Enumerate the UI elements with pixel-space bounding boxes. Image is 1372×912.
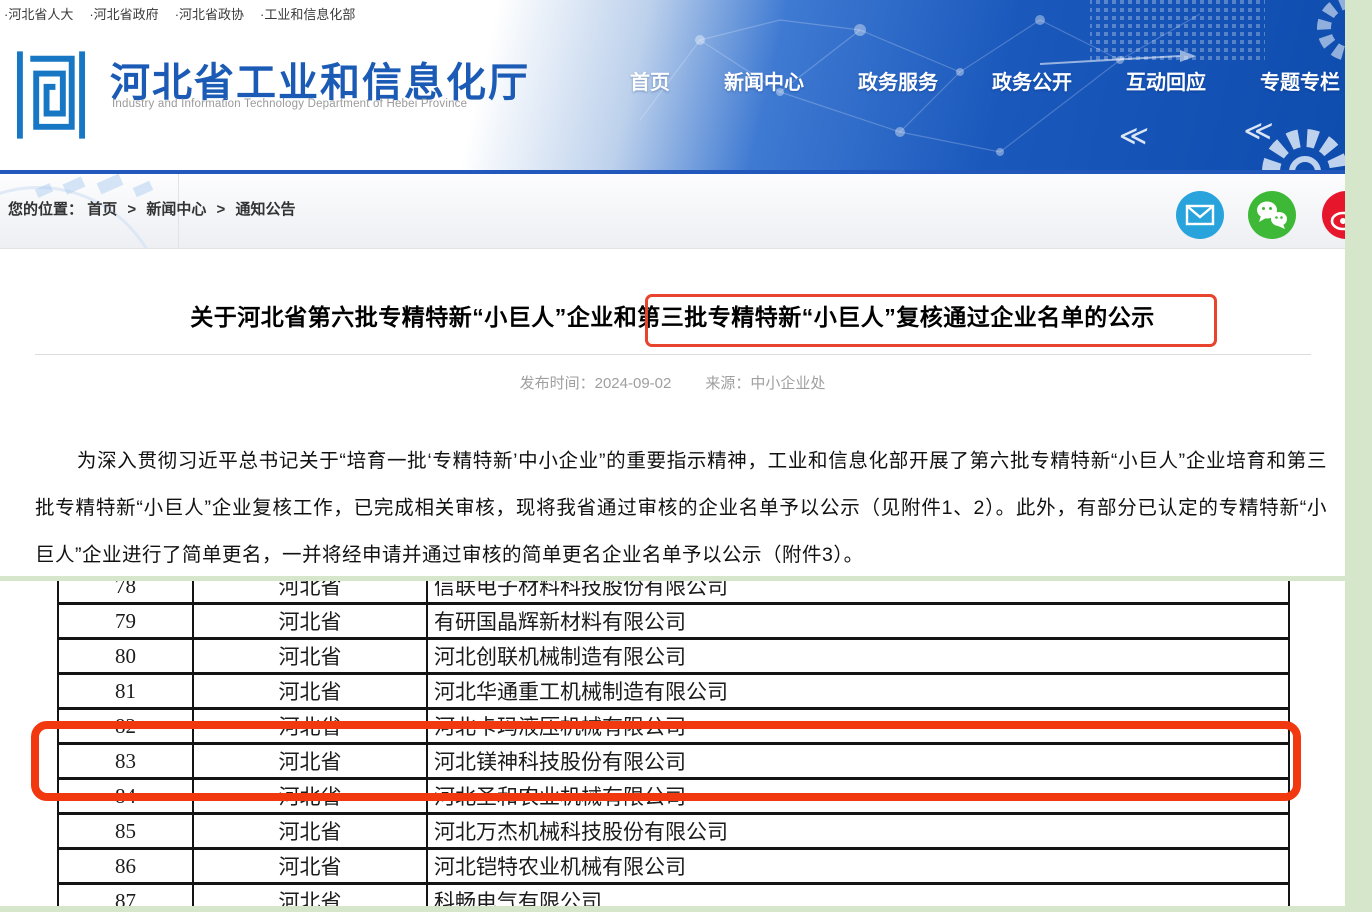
gear-icon: [1271, 138, 1339, 170]
table-row: 81 河北省 河北华通重工机械制造有限公司: [58, 674, 1289, 709]
breadcrumb: 您的位置： 首页 > 新闻中心 > 通知公告: [8, 198, 295, 219]
breadcrumb-bar: 您的位置： 首页 > 新闻中心 > 通知公告: [0, 174, 1345, 249]
nav-item-news[interactable]: 新闻中心: [724, 66, 804, 95]
publish-date-value: 2024-09-02: [595, 375, 672, 392]
title-highlight-annotation: [645, 294, 1217, 347]
title-divider: [35, 354, 1311, 355]
site-subtitle: Industry and Information Technology Depa…: [112, 98, 467, 110]
cell-province: 河北省: [193, 814, 427, 849]
table-row: 85 河北省 河北万杰机械科技股份有限公司: [58, 814, 1289, 849]
cell-company: 河北华通重工机械制造有限公司: [427, 674, 1289, 709]
breadcrumb-label: 您的位置：: [8, 201, 83, 218]
table-row: 80 河北省 河北创联机械制造有限公司: [58, 639, 1289, 674]
cell-company: 信联电子材料科技股份有限公司: [427, 581, 1289, 604]
topbar-link-miit[interactable]: ·工业和信息化部: [260, 4, 355, 23]
gear-icon-small: [1324, 2, 1345, 54]
square-decor: [97, 174, 124, 194]
site-header: ≪ ≪ ·河北省人大 ·河北省政府 ·河北省政协 ·工业和信息化部 河北省工业和…: [0, 0, 1345, 170]
table-row: 87 河北省 科畅电气有限公司: [58, 884, 1289, 907]
cell-no: 86: [58, 849, 193, 884]
nav-item-special[interactable]: 专题专栏: [1260, 66, 1340, 95]
chevrons-decor: ≪: [1117, 120, 1151, 151]
weibo-glyph: [1322, 191, 1345, 239]
table-row: 79 河北省 有研国晶辉新材料有限公司: [58, 604, 1289, 639]
row-83-highlight-annotation: [31, 721, 1301, 801]
cell-company: 河北铠特农业机械有限公司: [427, 849, 1289, 884]
cell-no: 85: [58, 814, 193, 849]
main-nav: 首页 新闻中心 政务服务 政务公开 互动回应 专题专栏: [600, 66, 1340, 95]
wechat-glyph: [1248, 191, 1296, 239]
cell-province: 河北省: [193, 604, 427, 639]
breadcrumb-separator: >: [127, 201, 136, 218]
topbar: ·河北省人大 ·河北省政府 ·河北省政协 ·工业和信息化部: [4, 4, 355, 23]
page: ≪ ≪ ·河北省人大 ·河北省政府 ·河北省政协 ·工业和信息化部 河北省工业和…: [0, 0, 1372, 912]
source: 来源：中小企业处: [705, 372, 825, 393]
breadcrumb-item-notices[interactable]: 通知公告: [235, 201, 295, 218]
cell-company: 有研国晶辉新材料有限公司: [427, 604, 1289, 639]
table-row: 78 河北省 信联电子材料科技股份有限公司: [58, 581, 1289, 604]
topbar-link-hebei-gov[interactable]: ·河北省政府: [89, 4, 158, 23]
dot-grid-decor: [1090, 0, 1265, 64]
mail-icon[interactable]: [1176, 191, 1224, 239]
nav-item-disclosure[interactable]: 政务公开: [992, 66, 1072, 95]
source-value: 中小企业处: [750, 375, 825, 392]
source-label: 来源：: [705, 375, 750, 392]
cell-company: 科畅电气有限公司: [427, 884, 1289, 907]
nav-item-home[interactable]: 首页: [630, 66, 670, 95]
svg-text:≪: ≪: [1241, 115, 1275, 146]
cell-no: 78: [58, 581, 193, 604]
site-logo[interactable]: [14, 48, 88, 142]
wechat-icon[interactable]: [1248, 191, 1296, 239]
cell-company: 河北万杰机械科技股份有限公司: [427, 814, 1289, 849]
cell-no: 80: [58, 639, 193, 674]
cell-no: 87: [58, 884, 193, 907]
breadcrumb-separator: >: [217, 201, 226, 218]
cell-no: 79: [58, 604, 193, 639]
webpage-screenshot: ≪ ≪ ·河北省人大 ·河北省政府 ·河北省政协 ·工业和信息化部 河北省工业和…: [0, 0, 1345, 576]
cell-province: 河北省: [193, 581, 427, 604]
breadcrumb-item-news[interactable]: 新闻中心: [146, 201, 206, 218]
cell-no: 81: [58, 674, 193, 709]
publish-info: 发布时间：2024-09-02 来源：中小企业处: [0, 372, 1345, 393]
topbar-link-hebei-zhengxie[interactable]: ·河北省政协: [175, 4, 244, 23]
cell-province: 河北省: [193, 639, 427, 674]
square-decor: [133, 181, 154, 197]
article-paragraph: 为深入贯彻习近平总书记关于“培育一批‘专精特新’中小企业”的重要指示精神，工业和…: [35, 438, 1327, 576]
cell-province: 河北省: [193, 884, 427, 907]
envelope-glyph: [1176, 191, 1224, 239]
cell-company: 河北创联机械制造有限公司: [427, 639, 1289, 674]
nav-item-services[interactable]: 政务服务: [858, 66, 938, 95]
cell-province: 河北省: [193, 849, 427, 884]
nav-item-interaction[interactable]: 互动回应: [1126, 66, 1206, 95]
breadcrumb-item-home[interactable]: 首页: [87, 201, 117, 218]
cell-province: 河北省: [193, 674, 427, 709]
publish-label: 发布时间：: [520, 375, 595, 392]
publish-date: 发布时间：2024-09-02: [520, 372, 672, 393]
table-row: 86 河北省 河北铠特农业机械有限公司: [58, 849, 1289, 884]
topbar-link-hebei-renda[interactable]: ·河北省人大: [4, 4, 73, 23]
weibo-icon[interactable]: [1322, 191, 1345, 239]
